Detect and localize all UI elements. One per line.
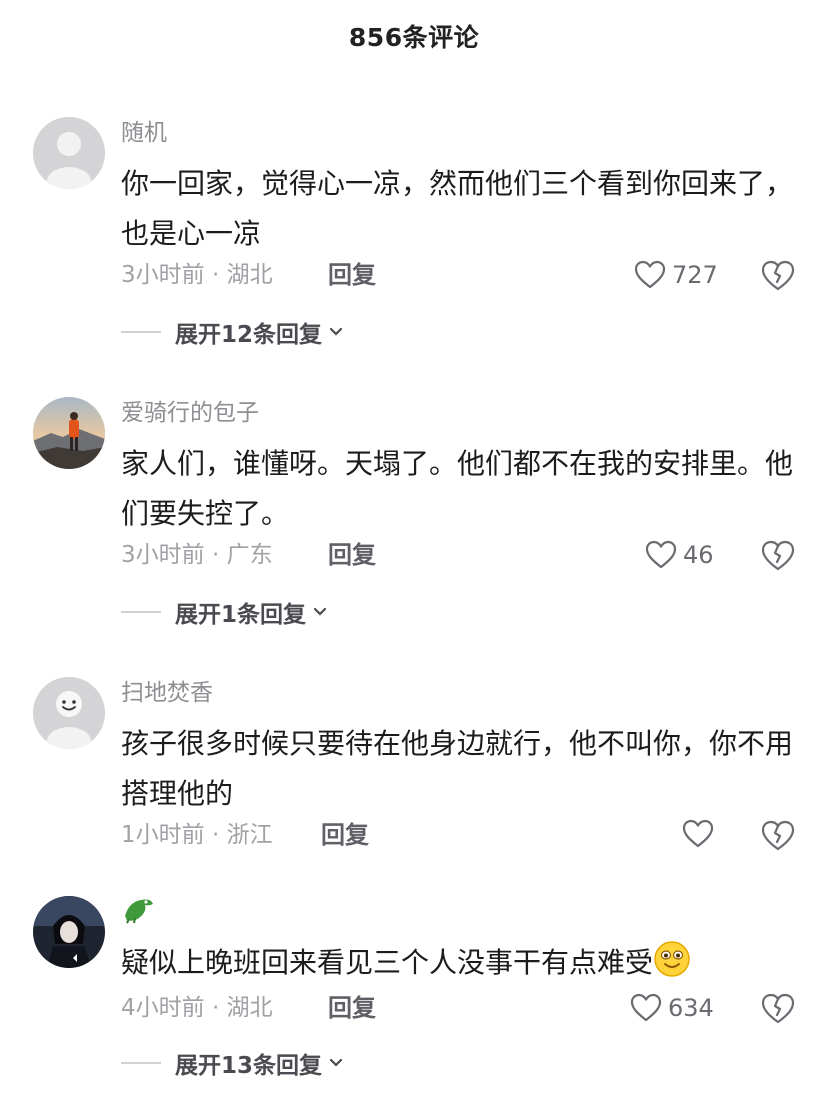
chevron-down-icon	[329, 1058, 343, 1067]
heart-icon	[645, 540, 677, 569]
broken-heart-icon	[761, 540, 795, 571]
comment-meta: 1小时前 · 浙江	[121, 822, 273, 848]
expand-replies-button[interactable]: 展开1条回复	[121, 595, 328, 629]
expand-replies-label: 展开1条回复	[175, 602, 307, 628]
heart-icon	[682, 819, 714, 848]
comment-text-content: 疑似上晚班回来看见三个人没事干有点难受	[121, 946, 654, 979]
like-button[interactable]: 46	[645, 539, 714, 571]
like-count: 46	[683, 541, 714, 569]
reply-button[interactable]: 回复	[328, 259, 376, 291]
dislike-button[interactable]	[760, 259, 796, 293]
avatar-default[interactable]	[33, 117, 105, 189]
like-button[interactable]	[682, 819, 720, 849]
mountain-photo-avatar-icon	[33, 397, 105, 469]
heart-icon	[630, 993, 662, 1022]
smiley-avatar-icon	[33, 677, 105, 749]
comment-text: 你一回家，觉得心一凉，然而他们三个看到你回来了，也是心一凉	[121, 167, 794, 250]
broken-heart-icon	[761, 820, 795, 851]
like-button[interactable]: 634	[630, 992, 714, 1024]
divider-line	[121, 611, 161, 613]
like-count: 727	[672, 261, 718, 289]
comment-username[interactable]	[121, 892, 157, 935]
comment-username[interactable]: 随机	[121, 117, 167, 149]
comment-username[interactable]: 扫地焚香	[121, 677, 213, 709]
anime-character-avatar-icon	[33, 896, 105, 968]
default-avatar-icon	[33, 117, 105, 189]
comment-text: 家人们，谁懂呀。天塌了。他们都不在我的安排里。他们要失控了。	[121, 447, 794, 530]
expand-replies-label: 展开12条回复	[175, 322, 323, 348]
avatar-smiley[interactable]	[33, 677, 105, 749]
expand-replies-button[interactable]: 展开13条回复	[121, 1046, 344, 1080]
expand-replies-button[interactable]: 展开12条回复	[121, 315, 344, 349]
reply-button[interactable]: 回复	[321, 819, 369, 851]
comment-text: 疑似上晚班回来看见三个人没事干有点难受	[121, 938, 796, 988]
chevron-down-icon	[329, 327, 343, 336]
comment-meta: 3小时前 · 湖北	[121, 262, 273, 288]
comment-text: 孩子很多时候只要待在他身边就行，他不叫你，你不用搭理他的	[121, 727, 794, 810]
reply-button[interactable]: 回复	[328, 539, 376, 571]
broken-heart-icon	[761, 260, 795, 291]
like-button[interactable]: 727	[634, 259, 718, 291]
expand-replies-label: 展开13条回复	[175, 1053, 323, 1079]
comments-count-title: 856条评论	[348, 23, 480, 52]
smiling-face-emoji-icon	[654, 941, 690, 977]
comment-meta: 4小时前 · 湖北	[121, 995, 273, 1021]
heart-icon	[634, 260, 666, 289]
dislike-button[interactable]	[760, 992, 796, 1026]
avatar-photo[interactable]	[33, 397, 105, 469]
divider-line	[121, 1062, 161, 1064]
avatar-anime[interactable]	[33, 896, 105, 968]
like-count: 634	[668, 994, 714, 1022]
divider-line	[121, 331, 161, 333]
reply-button[interactable]: 回复	[328, 992, 376, 1024]
chevron-down-icon	[313, 607, 327, 616]
crocodile-emoji-icon	[125, 899, 153, 924]
comment-username[interactable]: 爱骑行的包子	[121, 397, 259, 429]
dislike-button[interactable]	[760, 819, 796, 853]
broken-heart-icon	[761, 993, 795, 1024]
comment-meta: 3小时前 · 广东	[121, 542, 273, 568]
dislike-button[interactable]	[760, 539, 796, 573]
